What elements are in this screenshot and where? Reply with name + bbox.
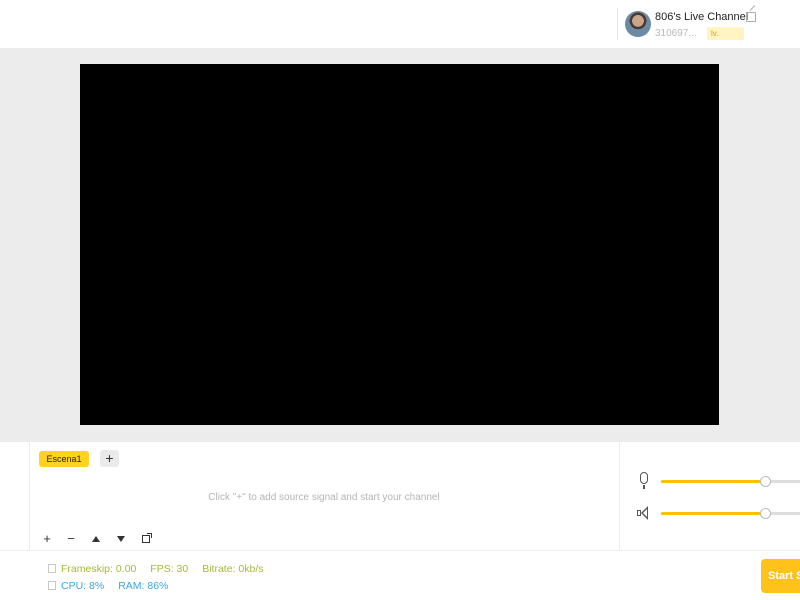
level-badge: lv. (707, 27, 744, 40)
speaker-volume-fill (661, 512, 765, 515)
cpu-icon (48, 581, 56, 590)
arrow-up-icon (92, 536, 100, 542)
cpu-stat: CPU: 8% (61, 580, 105, 592)
speaker-volume-slider[interactable] (661, 508, 800, 519)
speaker-row (620, 503, 800, 523)
header-divider (617, 8, 618, 40)
arrow-down-icon (117, 536, 125, 542)
left-strip (0, 442, 30, 550)
external-edit-icon (142, 533, 152, 543)
stream-preview[interactable] (80, 64, 719, 425)
scene-tab-escena1[interactable]: Escena1 (39, 451, 89, 467)
add-scene-button[interactable]: + (100, 450, 119, 467)
channel-name[interactable]: 806's Live Channel (655, 11, 748, 23)
scene-panel: Escena1 + Click "+" to add source signal… (30, 442, 618, 550)
mic-volume-thumb[interactable] (760, 476, 771, 487)
add-source-button[interactable]: + (40, 532, 54, 546)
start-streaming-button[interactable]: Start Streaming (761, 559, 800, 593)
frameskip-stat: Frameskip: 0.00 (61, 563, 137, 575)
source-empty-hint: Click "+" to add source signal and start… (208, 492, 440, 503)
status-bar: Frameskip: 0.00 FPS: 30 Bitrate: 0kb/s CPU… (0, 550, 800, 600)
microphone-icon[interactable] (640, 472, 648, 489)
top-bar: 806's Live Channel 310697... lv. (0, 0, 800, 48)
user-avatar[interactable] (625, 11, 651, 37)
channel-id: 310697... (655, 28, 697, 39)
move-down-button[interactable] (114, 532, 128, 546)
speaker-volume-thumb[interactable] (760, 508, 771, 519)
fps-stat: FPS: 30 (150, 563, 189, 575)
mic-row (620, 471, 800, 491)
edit-icon[interactable] (746, 12, 756, 22)
stats-row-2: CPU: 8% RAM: 86% (48, 580, 182, 592)
source-properties-button[interactable] (139, 532, 153, 546)
ram-stat: RAM: 86% (118, 580, 169, 592)
remove-source-button[interactable]: − (64, 532, 78, 546)
move-up-button[interactable] (89, 532, 103, 546)
stats-row-1: Frameskip: 0.00 FPS: 30 Bitrate: 0kb/s (48, 563, 278, 575)
speaker-icon[interactable] (637, 506, 651, 520)
audio-panel (619, 442, 800, 550)
mic-volume-slider[interactable] (661, 476, 800, 487)
preview-area (0, 48, 800, 442)
mic-volume-fill (661, 480, 765, 483)
frame-icon (48, 564, 56, 573)
bitrate-stat: Bitrate: 0kb/s (202, 563, 264, 575)
